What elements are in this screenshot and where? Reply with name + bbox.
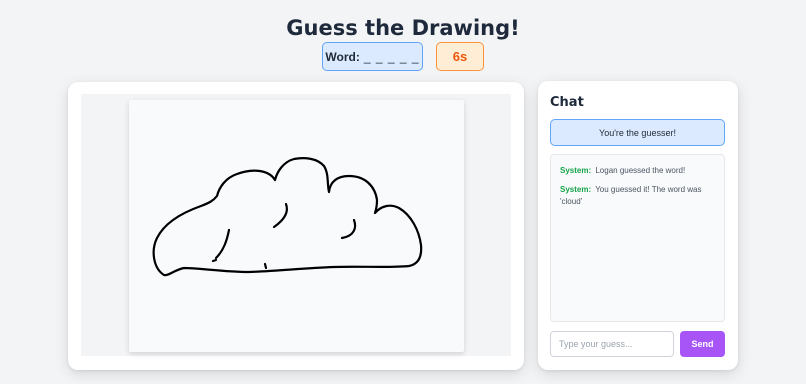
cloud-outline-stroke — [152, 157, 423, 277]
send-button[interactable]: Send — [680, 331, 725, 357]
chat-title: Chat — [550, 95, 584, 110]
inner-stroke-4 — [211, 258, 218, 263]
chat-panel: Chat You're the guesser! System: Logan g… — [538, 81, 738, 370]
word-label: Word: — [325, 49, 360, 64]
guess-input[interactable] — [550, 331, 674, 357]
chat-message: System: You guessed it! The word was 'cl… — [560, 184, 715, 208]
chat-message: System: Logan guessed the word! — [560, 165, 715, 177]
page-title: Guess the Drawing! — [286, 16, 520, 40]
word-blanks: _ _ _ _ _ — [363, 49, 420, 64]
cloud-drawing — [152, 157, 423, 277]
drawing-panel — [68, 82, 524, 370]
message-text: Logan guessed the word! — [595, 166, 686, 175]
role-banner: You're the guesser! — [550, 119, 725, 146]
word-hint-badge: Word: _ _ _ _ _ — [322, 42, 423, 71]
message-sender: System: — [560, 185, 592, 194]
message-sender: System: — [560, 166, 592, 175]
canvas-area — [81, 94, 511, 356]
inner-stroke-2 — [272, 202, 288, 229]
drawing-canvas[interactable] — [129, 100, 464, 352]
inner-stroke-5 — [263, 262, 268, 270]
inner-stroke-1 — [214, 228, 231, 260]
timer-badge: 6s — [436, 42, 484, 71]
chat-messages[interactable]: System: Logan guessed the word! System: … — [550, 154, 725, 322]
inner-stroke-3 — [340, 218, 357, 240]
